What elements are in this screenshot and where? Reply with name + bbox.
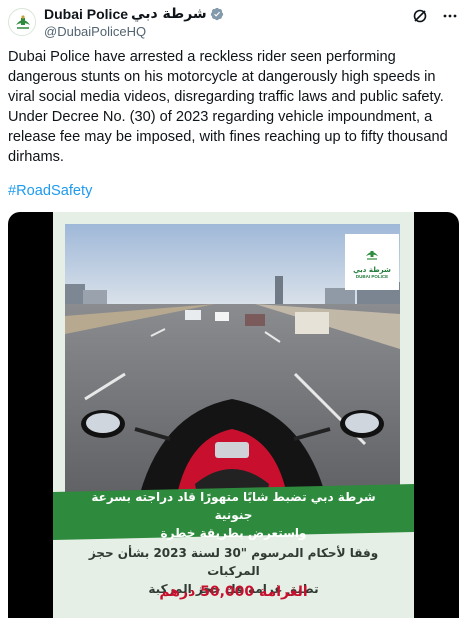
header-actions — [412, 8, 458, 24]
dubai-police-emblem-icon — [366, 251, 378, 260]
tweet-paragraph-1: Dubai Police have arrested a reckless ri… — [8, 49, 444, 105]
motorcycle-road-scene: شرطة دبي DUBAI POLICE — [65, 224, 400, 506]
dubai-police-watermark: شرطة دبي DUBAI POLICE — [345, 234, 399, 290]
hashtag-link[interactable]: #RoadSafety — [8, 183, 92, 199]
tweet-text: Dubai Police have arrested a reckless ri… — [8, 47, 460, 167]
avatar[interactable] — [8, 8, 36, 36]
watermark-english: DUBAI POLICE — [355, 274, 389, 279]
dubai-police-logo-icon — [10, 10, 35, 35]
decree-line-1: وفقا لأحكام المرسوم "30 لسنة 2023 بشأن ح… — [88, 546, 379, 578]
verified-badge-icon — [210, 7, 223, 21]
headline-banner-text: شرطة دبي تضبط شابًا متهورًا قاد دراجته ب… — [73, 488, 394, 542]
account-name-row[interactable]: Dubai Police شرطة دبي — [44, 6, 224, 22]
grok-icon[interactable] — [412, 8, 428, 24]
display-name[interactable]: Dubai Police — [44, 6, 128, 22]
banner-line-1: شرطة دبي تضبط شابًا متهورًا قاد دراجته ب… — [91, 490, 376, 522]
display-name-arabic[interactable]: شرطة دبي — [131, 6, 207, 22]
account-handle[interactable]: @DubaiPoliceHQ — [44, 24, 146, 39]
video-frame: شرطة دبي DUBAI POLICE شرطة دبي تضبط شابً… — [53, 212, 414, 618]
watermark-arabic: شرطة دبي — [353, 266, 391, 274]
banner-line-2: واستعرض بطريقة خطرة — [160, 526, 307, 540]
more-options-icon[interactable] — [442, 8, 458, 24]
fine-amount: الغرامة 50,000 درهم — [159, 584, 308, 600]
video-player[interactable]: شرطة دبي DUBAI POLICE شرطة دبي تضبط شابً… — [8, 212, 459, 618]
tweet-paragraph-2: Under Decree No. (30) of 2023 regarding … — [8, 109, 448, 165]
